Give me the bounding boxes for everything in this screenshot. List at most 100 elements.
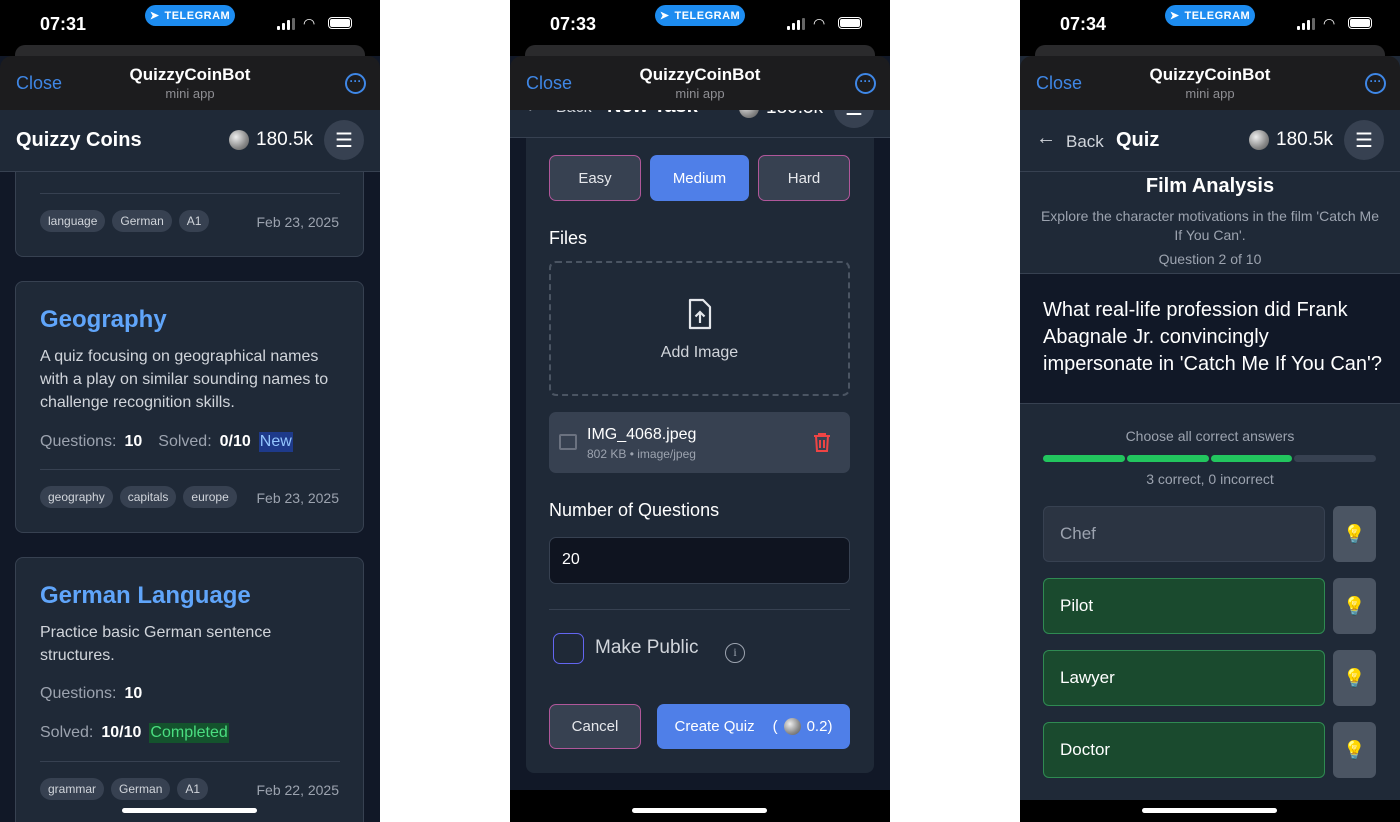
quiz-card[interactable]: Geography A quiz focusing on geographica… — [15, 281, 364, 533]
add-image-dropzone[interactable]: Add Image — [549, 261, 850, 396]
answer-option-correct[interactable]: Pilot — [1043, 578, 1325, 634]
difficulty-medium[interactable]: Medium — [650, 155, 749, 201]
divider — [549, 609, 850, 610]
create-quiz-button[interactable]: Create Quiz(0.2) — [657, 704, 850, 749]
progress-segment-correct — [1126, 455, 1209, 462]
home-indicator[interactable] — [632, 808, 767, 813]
tag: A1 — [177, 778, 209, 800]
difficulty-hard[interactable]: Hard — [758, 155, 850, 201]
bot-subtitle: mini app — [165, 86, 215, 101]
tag: A1 — [178, 210, 210, 232]
answer-progress-bar — [1043, 455, 1376, 462]
coin-icon — [229, 130, 249, 150]
quiz-description: Explore the character motivations in the… — [1040, 208, 1380, 243]
telegram-header: Close QuizzyCoinBot mini app ··· — [510, 56, 890, 110]
tag: grammar — [40, 778, 105, 800]
battery-icon — [1348, 17, 1372, 29]
quiz-solved: Solved: 10/10 Completed — [40, 723, 229, 743]
answer-instruction: Choose all correct answers — [1125, 428, 1295, 444]
bot-name: QuizzyCoinBot — [639, 65, 761, 84]
tag: German — [111, 778, 171, 800]
telegram-header: Close QuizzyCoinBot mini app ··· — [1020, 56, 1400, 110]
coin-icon — [783, 718, 801, 735]
hint-button[interactable]: 💡 — [1333, 506, 1376, 562]
hint-button[interactable]: 💡 — [1333, 722, 1376, 778]
progress-segment-correct — [1210, 455, 1293, 462]
quiz-date: Feb 23, 2025 — [256, 214, 339, 230]
files-label: Files — [549, 228, 588, 248]
app-header: ← Back Quiz 180.5k ☰ — [1020, 110, 1400, 172]
quiz-info: Film Analysis Explore the character moti… — [1020, 172, 1400, 274]
hint-button[interactable]: 💡 — [1333, 578, 1376, 634]
tag: German — [112, 210, 172, 232]
back-button[interactable]: Back — [1066, 132, 1104, 152]
quiz-card[interactable]: German Language Practice basic German se… — [15, 557, 364, 822]
lightbulb-icon: 💡 — [1343, 523, 1366, 544]
more-icon[interactable]: ··· — [345, 73, 366, 94]
bottom-area — [510, 790, 890, 822]
make-public-label: Make Public — [595, 637, 699, 658]
telegram-badge[interactable]: ➤ TELEGRAM — [655, 5, 745, 26]
quiz-questions: Questions: 10 — [40, 685, 143, 702]
divider — [40, 761, 340, 762]
coin-icon — [1249, 130, 1269, 150]
telegram-plane-icon: ➤ — [1169, 10, 1180, 22]
signal-icon — [277, 18, 295, 30]
divider — [40, 469, 340, 470]
home-indicator[interactable] — [122, 808, 257, 813]
cancel-button[interactable]: Cancel — [549, 704, 641, 749]
status-time: 07:34 — [1060, 14, 1107, 34]
answer-option-correct[interactable]: Doctor — [1043, 722, 1325, 778]
difficulty-easy[interactable]: Easy — [549, 155, 641, 201]
coin-balance: 180.5k — [256, 129, 314, 150]
file-meta: 802 KB • image/jpeg — [587, 447, 696, 461]
telegram-badge[interactable]: ➤ TELEGRAM — [145, 5, 235, 26]
file-name: IMG_4068.jpeg — [587, 426, 697, 443]
image-icon — [559, 434, 577, 450]
lightbulb-icon: 💡 — [1343, 739, 1366, 760]
question-text: What real-life profession did Frank Abag… — [1043, 299, 1382, 375]
make-public-checkbox[interactable] — [553, 633, 584, 664]
info-icon[interactable]: i — [725, 643, 745, 663]
battery-icon — [838, 17, 862, 29]
bot-name: QuizzyCoinBot — [129, 65, 251, 84]
trash-icon[interactable] — [813, 432, 831, 452]
tag-list: language German A1 — [40, 210, 216, 232]
back-arrow-icon[interactable]: ← — [1036, 127, 1056, 150]
tag: geography — [40, 486, 113, 508]
telegram-badge[interactable]: ➤ TELEGRAM — [1165, 5, 1255, 26]
quiz-description: A quiz focusing on geographical names wi… — [40, 348, 329, 411]
answer-option-correct[interactable]: Lawyer — [1043, 650, 1325, 706]
file-upload-icon — [688, 298, 712, 330]
phone-quiz-list: 07:31 ➤ TELEGRAM ◠ Close QuizzyCoinBot mi… — [0, 0, 380, 822]
page-title: Quiz — [1116, 129, 1160, 151]
status-badge: New — [258, 432, 293, 452]
more-icon[interactable]: ··· — [855, 73, 876, 94]
coin-balance: 180.5k — [1276, 129, 1334, 150]
home-indicator[interactable] — [1142, 808, 1277, 813]
signal-icon — [787, 18, 805, 30]
menu-icon[interactable]: ☰ — [324, 120, 364, 160]
telegram-header: Close QuizzyCoinBot mini app ··· — [0, 56, 380, 110]
status-badge: Completed — [149, 723, 229, 743]
tag: europe — [183, 486, 237, 508]
quiz-title: Film Analysis — [1145, 175, 1275, 197]
quiz-title: German Language — [40, 582, 251, 609]
tag: capitals — [119, 486, 177, 508]
quiz-stats: Questions: 10 Solved: 0/10 New — [40, 432, 293, 452]
num-questions-input[interactable]: 20 — [549, 537, 850, 584]
answer-option[interactable]: Chef — [1043, 506, 1325, 562]
quiz-title: Geography — [40, 306, 167, 333]
bot-name: QuizzyCoinBot — [1149, 65, 1271, 84]
add-image-label: Add Image — [660, 344, 739, 361]
bot-subtitle: mini app — [675, 86, 725, 101]
app-title: Quizzy Coins — [16, 129, 142, 151]
battery-icon — [328, 17, 352, 29]
menu-icon[interactable]: ☰ — [1344, 120, 1384, 160]
more-icon[interactable]: ··· — [1365, 73, 1386, 94]
telegram-plane-icon: ➤ — [149, 10, 160, 22]
quiz-date: Feb 22, 2025 — [256, 782, 339, 798]
hint-button[interactable]: 💡 — [1333, 650, 1376, 706]
tag-list: grammar German A1 — [40, 778, 215, 800]
progress-segment-correct — [1043, 455, 1125, 462]
